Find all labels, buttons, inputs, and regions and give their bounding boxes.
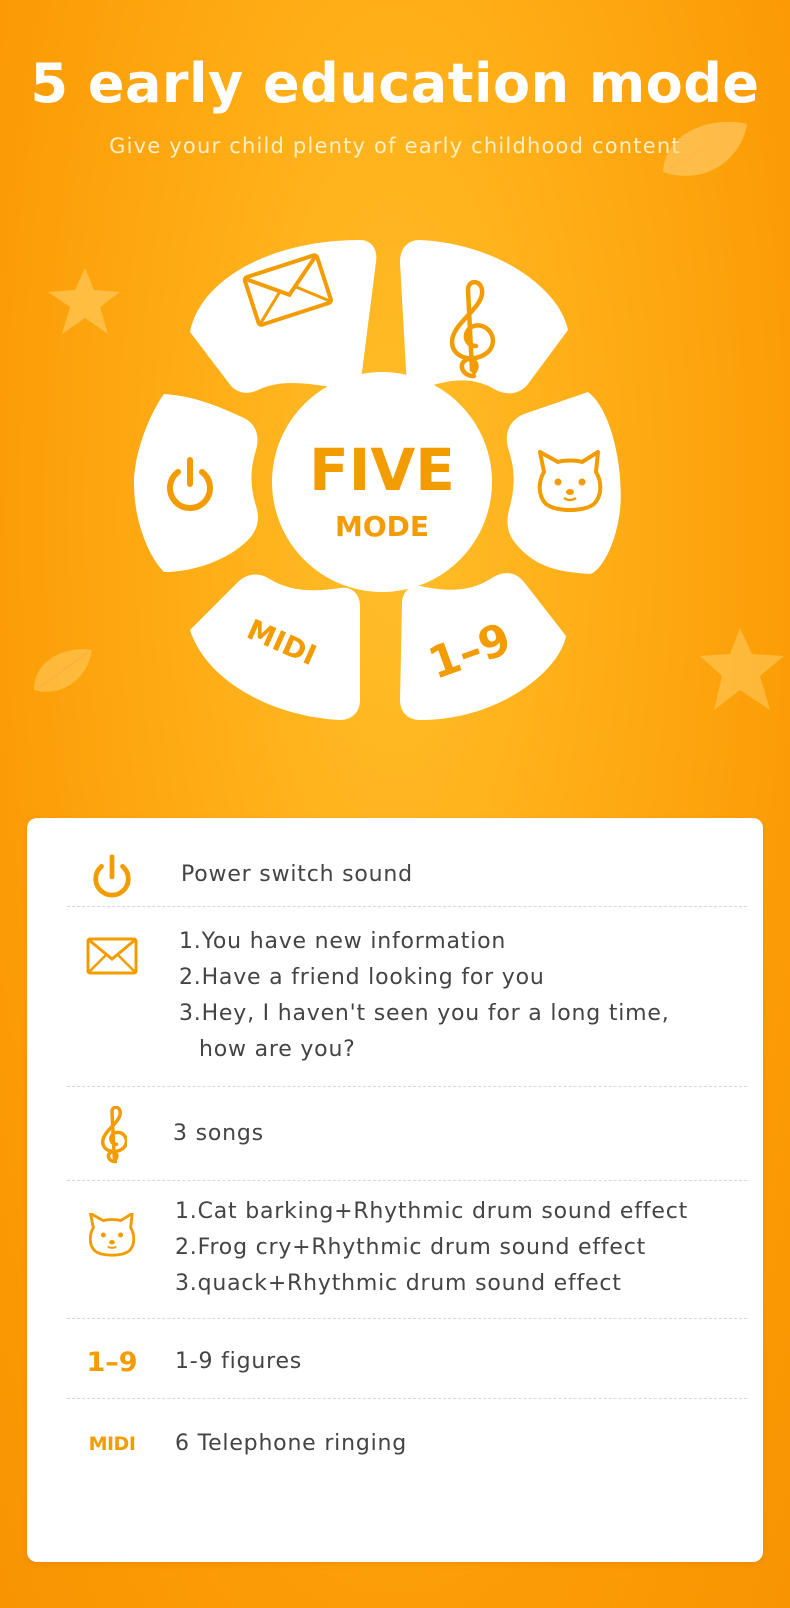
wheel-segment-envelope[interactable] bbox=[190, 240, 377, 393]
feature-text: 2.Have a friend looking for you bbox=[179, 965, 545, 990]
envelope-icon bbox=[86, 937, 138, 975]
divider bbox=[67, 906, 747, 907]
wheel-segment-music[interactable] bbox=[400, 240, 568, 394]
cat-face-icon bbox=[89, 1213, 135, 1257]
feature-text: 1.Cat barking+Rhythmic drum sound effect bbox=[175, 1199, 689, 1224]
feature-row-power: Power switch sound bbox=[67, 854, 747, 898]
feature-row-message: 1.You have new information 2.Have a frie… bbox=[67, 924, 747, 1074]
treble-clef-icon bbox=[100, 1106, 127, 1164]
feature-text: 1-9 figures bbox=[175, 1349, 303, 1374]
mode-wheel: 1–9 MIDI FIVE MODE bbox=[134, 240, 621, 720]
numbers-icon: 1–9 bbox=[86, 1346, 138, 1378]
center-title: FIVE bbox=[309, 436, 455, 504]
feature-text: 3.Hey, I haven't seen you for a long tim… bbox=[179, 1001, 670, 1026]
feature-row-songs: 3 songs bbox=[67, 1106, 747, 1164]
wheel-segment-numbers[interactable]: 1–9 bbox=[400, 573, 566, 720]
feature-text: 6 Telephone ringing bbox=[175, 1431, 407, 1456]
feature-text: 3 songs bbox=[173, 1121, 264, 1146]
wheel-segment-midi[interactable]: MIDI bbox=[190, 574, 360, 720]
feature-row-animals: 1.Cat barking+Rhythmic drum sound effect… bbox=[67, 1194, 747, 1304]
power-icon bbox=[93, 854, 131, 898]
feature-text: 2.Frog cry+Rhythmic drum sound effect bbox=[175, 1235, 647, 1260]
feature-text: how are you? bbox=[199, 1037, 356, 1062]
feature-text: Power switch sound bbox=[181, 862, 413, 887]
wheel-segment-animal[interactable] bbox=[506, 392, 621, 574]
feature-row-figures: 1–9 1-9 figures bbox=[67, 1340, 747, 1384]
center-subtitle: MODE bbox=[335, 510, 429, 543]
divider bbox=[67, 1398, 747, 1399]
divider bbox=[67, 1180, 747, 1181]
feature-text: 1.You have new information bbox=[179, 929, 507, 954]
features-card: Power switch sound 1.You have new inform… bbox=[27, 818, 763, 1562]
midi-icon: MIDI bbox=[88, 1433, 136, 1455]
divider bbox=[67, 1086, 747, 1087]
feature-text: 3.quack+Rhythmic drum sound effect bbox=[175, 1271, 622, 1296]
feature-row-ringtones: MIDI 6 Telephone ringing bbox=[67, 1422, 747, 1466]
wheel-segment-power[interactable] bbox=[134, 394, 258, 572]
divider bbox=[67, 1318, 747, 1319]
wheel-center: FIVE MODE bbox=[272, 372, 492, 592]
